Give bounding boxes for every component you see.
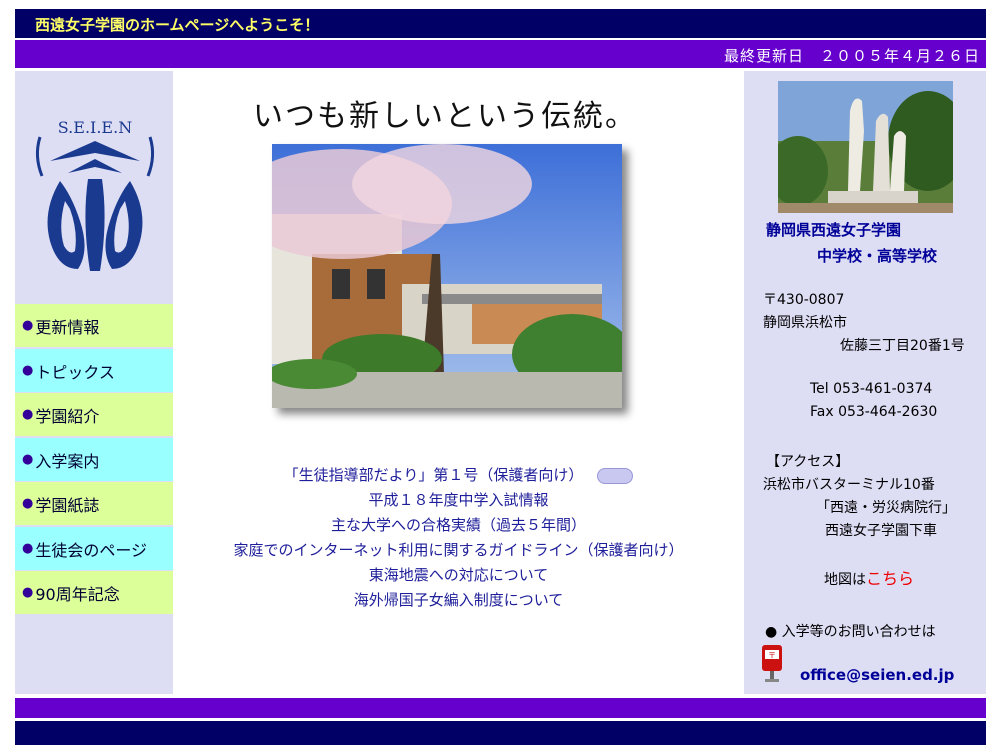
news-links: 「生徒指導部だより」第１号（保護者向け） 平成１８年度中学入試情報 主な大学への… [173,463,744,613]
footer-bar-navy [15,721,986,745]
nav-item-label: 学園紙誌 [35,495,100,515]
nav-item-label: 生徒会のページ [35,540,148,560]
right-sidebar: 静岡県西遠女子学園 中学校・高等学校 〒430-0807 静岡県浜松市 佐藤三丁… [744,71,986,694]
welcome-text: 西遠女子学園のホームページへようこそ！ [35,16,320,34]
last-updated-text: 最終更新日 ２００５年４月２６日 [723,47,980,65]
footer-bar-purple [15,698,986,718]
link-entrance-exam-info[interactable]: 平成１８年度中学入試情報 [173,488,744,513]
email-link[interactable]: office@seien.ed.jp [800,666,954,684]
nav-item-label: トピックス [35,362,115,382]
school-name-line1: 静岡県西遠女子学園 [766,221,902,239]
inquiry-text: ● 入学等のお問い合わせは [765,624,936,640]
link-returnee-transfer[interactable]: 海外帰国子女編入制度について [173,588,744,613]
main-content: いつも新しいという伝統。 「生徒指導部だより」第１号（保護者向け） 平成１８年度… [173,71,744,694]
nav-item-label: 90周年記念 [35,584,120,604]
nav-item-publications[interactable]: ● 学園紙誌 [15,482,173,525]
nav-item-updates[interactable]: ● 更新情報 [15,304,173,347]
postal-code: 〒430-0807 [763,292,845,308]
nav-item-90th-anniversary[interactable]: ● 90周年記念 [15,571,173,614]
svg-text:〒: 〒 [768,651,776,660]
nav-item-admission[interactable]: ● 入学案内 [15,438,173,481]
link-internet-guidelines[interactable]: 家庭でのインターネット利用に関するガイドライン（保護者向け） [173,538,744,563]
header-bar: 西遠女子学園のホームページへようこそ！ [15,9,986,38]
bullet-icon: ● [22,363,34,378]
nav-item-topics[interactable]: ● トピックス [15,349,173,392]
school-logo: S.E.I.E.N [35,118,155,271]
nav-item-label: 入学案内 [35,451,100,471]
nav-item-student-council[interactable]: ● 生徒会のページ [15,527,173,570]
statue-photo [778,81,953,213]
access-line2: 「西遠・労災病院行」 [816,500,956,516]
left-sidebar: S.E.I.E.N ● 更新情報 ● トピックス ● 学園紹介 ● 入学案内 ●… [15,71,173,694]
access-line3: 西遠女子学園下車 [825,523,937,539]
link-tokai-earthquake[interactable]: 東海地震への対応について [173,563,744,588]
bullet-icon: ● [22,318,34,333]
bullet-icon: ● [22,496,34,511]
access-line1: 浜松市バスターミナル10番 [763,477,935,493]
bullet-icon: ● [22,585,34,600]
school-name-line2: 中学校・高等学校 [817,247,938,265]
nav-item-label: 更新情報 [35,317,100,337]
address-line2: 佐藤三丁目20番1号 [840,338,965,354]
mailbox-icon: 〒 [762,645,782,682]
new-badge-icon [597,467,634,484]
logo-text: S.E.I.E.N [58,118,132,137]
link-student-guidance-newsletter[interactable]: 「生徒指導部だより」第１号（保護者向け） [173,463,744,488]
bullet-icon: ● [22,541,34,556]
bullet-icon: ● [22,452,34,467]
map-link[interactable]: こちら [866,569,914,588]
bullet-icon: ● [22,407,34,422]
map-line: 地図はこちら [824,565,914,589]
access-title: 【アクセス】 [766,454,850,470]
address-line1: 静岡県浜松市 [763,315,847,331]
fax-number: Fax 053-464-2630 [810,404,938,420]
campus-photo [272,144,622,408]
link-university-acceptance[interactable]: 主な大学への合格実績（過去５年間） [173,513,744,538]
link-label: 「生徒指導部だより」第１号（保護者向け） [283,466,584,484]
update-bar: 最終更新日 ２００５年４月２６日 [15,40,986,68]
map-prefix: 地図は [824,572,866,588]
nav-item-about[interactable]: ● 学園紹介 [15,393,173,436]
slogan: いつも新しいという伝統。 [253,99,637,134]
nav-item-label: 学園紹介 [35,406,100,426]
tel-number: Tel 053-461-0374 [810,381,933,397]
